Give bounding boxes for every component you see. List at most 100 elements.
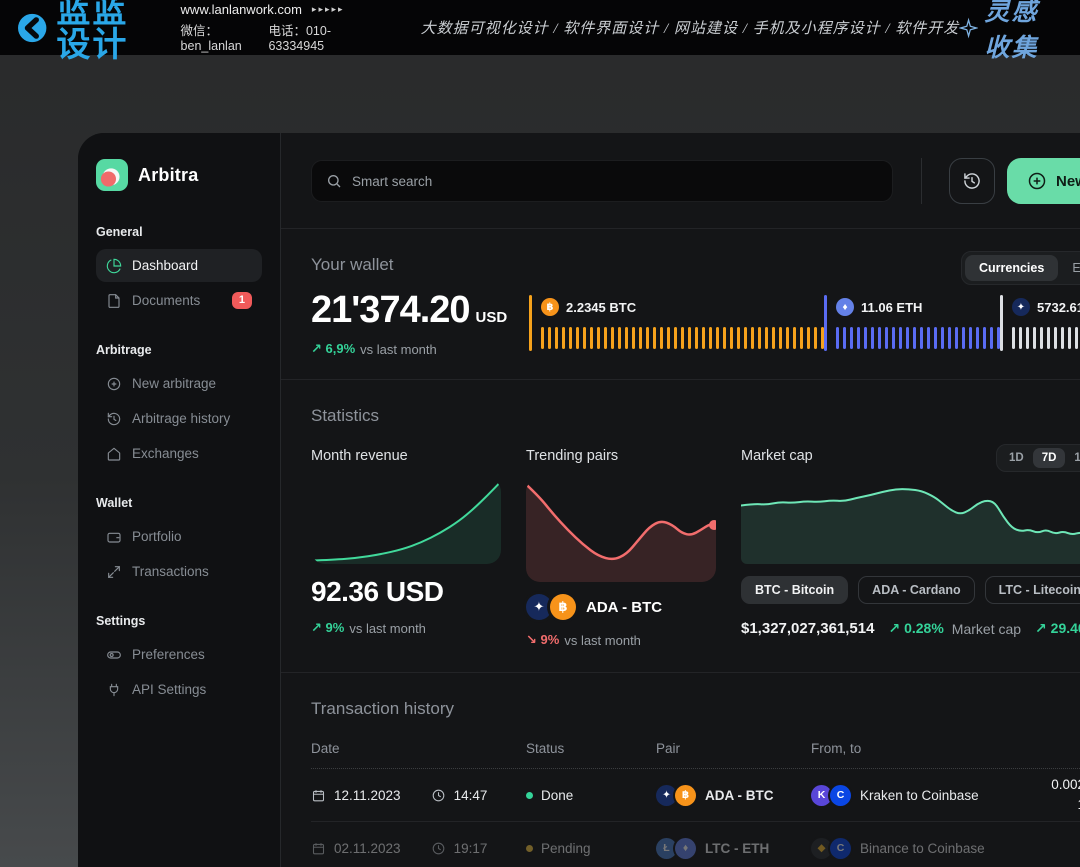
eth-coin-icon: ♦ [675,838,696,859]
topbar-divider [921,158,922,204]
sidebar-item-label: Preferences [132,647,252,662]
toggle-icon [106,647,122,663]
cell-pair: ✦฿ ADA - BTC [656,785,811,806]
tick [569,327,572,349]
segment-start-tick [824,295,827,351]
history-icon [962,171,982,191]
cell-amount: 0.0021 [1049,775,1080,816]
sidebar-item-documents[interactable]: Documents 1 [96,284,262,317]
trending-pairs-card: Trending pairs ✦฿ADA - BTC ↘ 9% vs last … [526,448,716,648]
tick [1019,327,1022,349]
history-icon [106,411,122,427]
tick [814,327,817,349]
tick [1061,327,1064,349]
tick [948,327,951,349]
plus-circle-icon [106,376,122,392]
sidebar-item-label: API Settings [132,682,252,697]
tick [864,327,867,349]
cell-pair: Ł♦ LTC - ETH [656,838,811,859]
tick [885,327,888,349]
sidebar-item-transactions[interactable]: Transactions [96,555,262,588]
trending-pairs-label: Trending pairs [526,448,716,464]
status-label: Done [541,788,573,803]
tick [562,327,565,349]
range-7d[interactable]: 7D [1033,448,1066,468]
pie-chart-icon [106,258,122,274]
range-1m[interactable]: 1M [1065,448,1080,468]
range-1d[interactable]: 1D [1000,448,1033,468]
tick [779,327,782,349]
table-header: DateStatusPairFrom, to [311,741,1080,769]
sidebar-section-arbitrage: Arbitrage [96,343,262,357]
new-arbitrage-button[interactable]: New arbitrage [1007,158,1080,204]
tick [892,327,895,349]
sidebar-item-exchanges[interactable]: Exchanges [96,437,262,470]
time-value: 14:47 [454,788,488,803]
sidebar-item-api-settings[interactable]: API Settings [96,673,262,706]
cell-status: Pending [526,841,656,856]
clock-icon [431,841,446,856]
tick [674,327,677,349]
table-row[interactable]: 12.11.2023 14:47 Done ✦฿ ADA - BTC KC Kr… [311,769,1080,822]
home-icon [106,446,122,462]
wallet-toggle-currencies[interactable]: Currencies [965,255,1058,281]
chip-btc-bitcoin[interactable]: BTC - Bitcoin [741,576,848,604]
sidebar-item-dashboard[interactable]: Dashboard [96,249,262,282]
trending-pair: ✦฿ADA - BTC [526,594,716,620]
chip-ltc-litecoin[interactable]: LTC - Litecoin [985,576,1080,604]
tick [800,327,803,349]
tick [772,327,775,349]
ltc-coin-icon: Ł [656,838,677,859]
sidebar-item-preferences[interactable]: Preferences [96,638,262,671]
pair-label: LTC - ETH [705,841,769,856]
sidebar-item-label: Portfolio [132,529,252,544]
status-dot [526,845,533,852]
statistics-title: Statistics [311,406,1080,426]
tick [850,327,853,349]
sidebar-item-arbitrage-history[interactable]: Arbitrage history [96,402,262,435]
app-logo[interactable]: Arbitra [96,159,262,191]
search-icon [326,173,342,189]
wallet-balance-block: 21'374.20USD ↗ 6,9% vs last month [311,291,529,357]
table-row[interactable]: 02.11.2023 19:17 Pending Ł♦ LTC - ETH ◆C… [311,822,1080,867]
clock-icon [431,788,446,803]
tick [576,327,579,349]
page: 蓝蓝设计 www.lanlanwork.com ▸▸▸▸▸ 微信：ben_lan… [0,0,1080,867]
tick [618,327,621,349]
tick [983,327,986,349]
history-button[interactable] [949,158,995,204]
sidebar-section-general: General [96,225,262,239]
site-url[interactable]: www.lanlanwork.com [181,2,302,17]
tick [667,327,670,349]
cell-route: KC Kraken to Coinbase [811,785,1049,806]
tick [1026,327,1029,349]
site-logo[interactable]: 蓝蓝设计 [16,0,163,62]
site-logo-icon [16,6,48,50]
inspiration-collect-link[interactable]: 灵感收集 [959,0,1064,64]
arrows-icon [106,564,122,580]
tick [730,327,733,349]
file-icon [106,293,122,309]
transaction-history-section: Transaction history DateStatusPairFrom, … [281,673,1080,867]
sparkle-star-icon [959,15,978,41]
smart-search-input[interactable] [352,174,878,189]
eth-coin-icon: ♦ [836,298,854,316]
main-content: New arbitrage Your wallet CurrenciesExch… [281,133,1080,867]
sidebar-item-new-arbitrage[interactable]: New arbitrage [96,367,262,400]
binance-coin-icon: ◆ [811,838,832,859]
amount-value: 0.002 [1049,775,1080,795]
tick [807,327,810,349]
holding-eth: ♦ 11.06 ETH [824,295,1000,357]
tick [786,327,789,349]
tick [878,327,881,349]
notification-badge: 1 [232,292,252,309]
sidebar-section-wallet: Wallet [96,496,262,510]
wallet-toggle-exchanges[interactable]: Exchanges [1058,255,1080,281]
chip-ada-cardano[interactable]: ADA - Cardano [858,576,974,604]
site-wechat: 微信：ben_lanlan [181,20,253,53]
range-toggle: 1D7D1M [996,444,1080,472]
amount-value: 1 [1049,795,1080,815]
holding-amount: 5732.61 ADA [1037,300,1080,315]
sidebar-item-portfolio[interactable]: Portfolio [96,520,262,553]
month-revenue-value: 92.36 USD [311,576,501,608]
